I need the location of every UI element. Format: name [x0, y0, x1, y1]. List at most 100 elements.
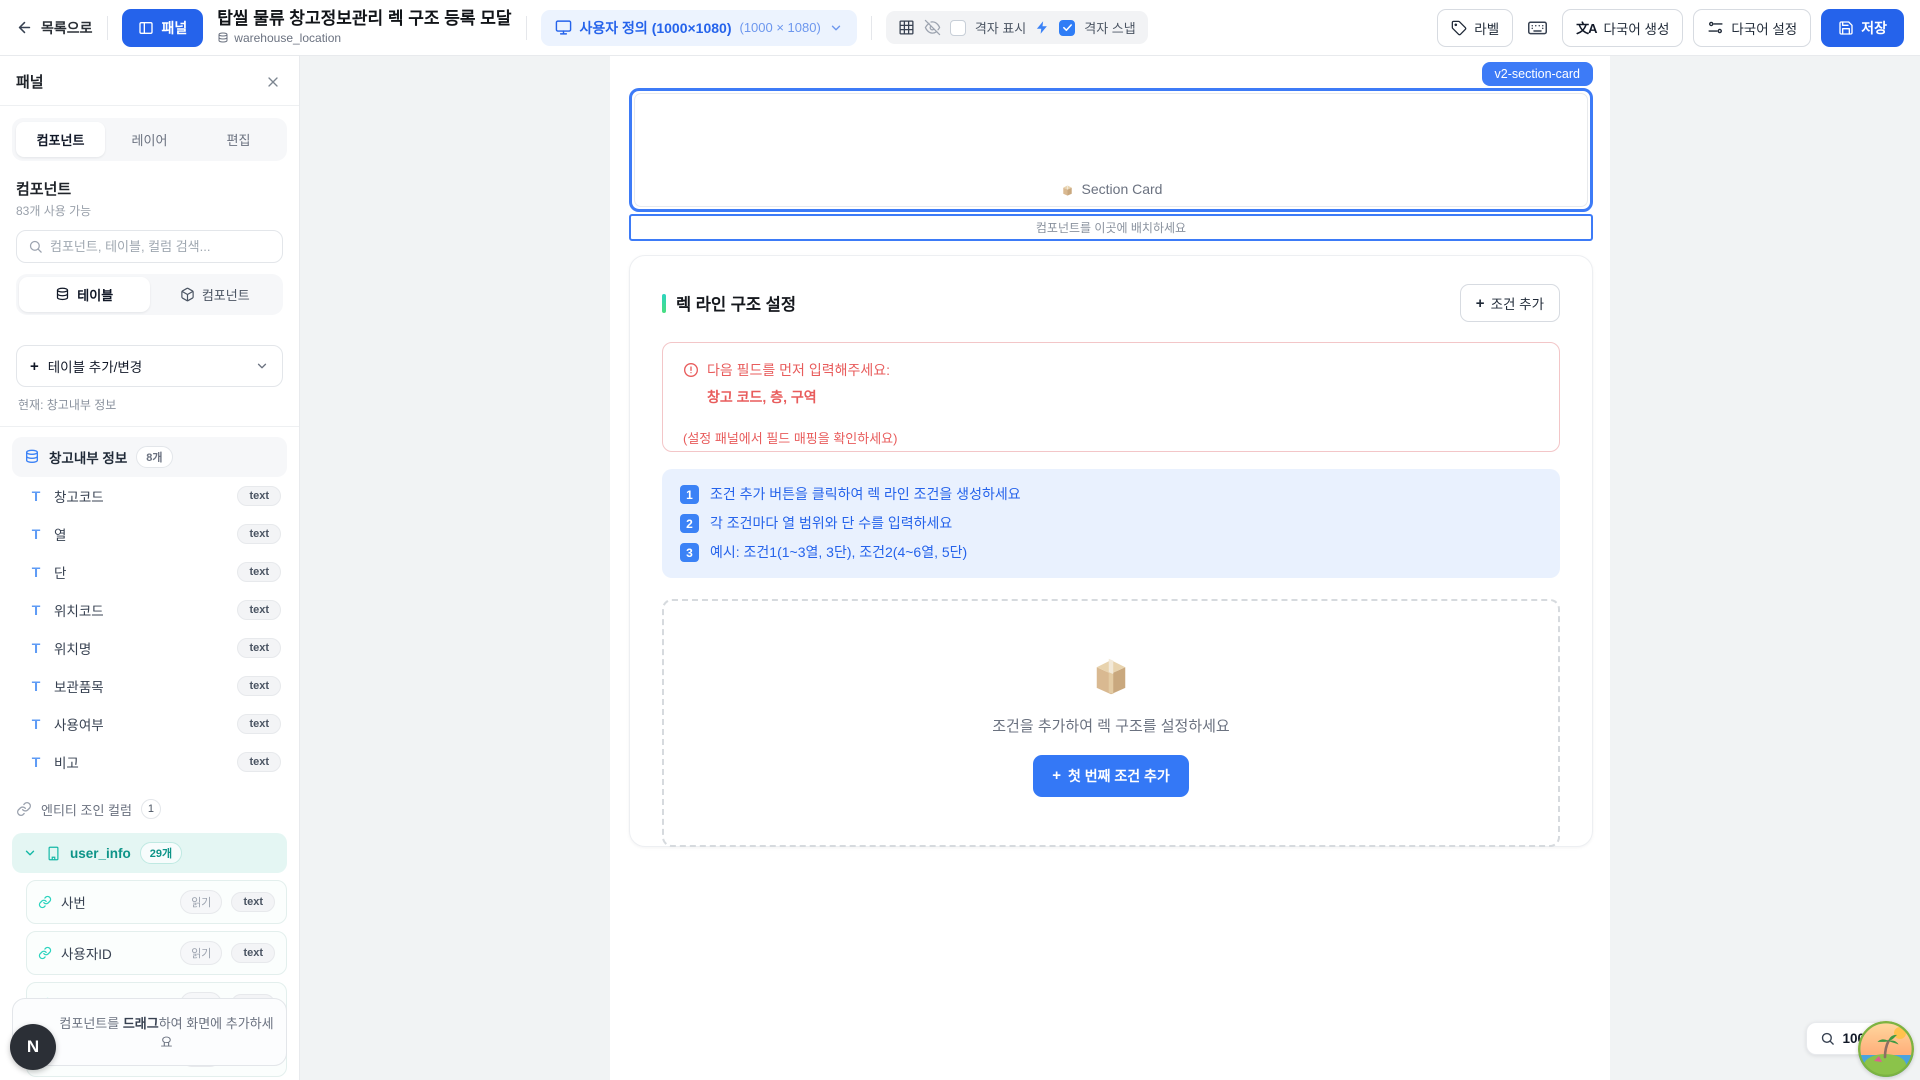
accent-bar [662, 294, 666, 313]
step-item: 2 각 조건마다 열 범위와 단 수를 입력하세요 [680, 514, 1542, 533]
text-type-icon: T [28, 640, 44, 656]
back-button[interactable]: 목록으로 [16, 18, 93, 38]
chevron-down-icon [829, 21, 843, 35]
field-row[interactable]: T보관품목text [12, 667, 287, 705]
table-group-header[interactable]: 창고내부 정보 8개 [12, 437, 287, 477]
link-icon [38, 895, 52, 909]
conditions-empty-state: 조건을 추가하여 렉 구조를 설정하세요 + 첫 번째 조건 추가 [662, 599, 1560, 847]
search-icon [28, 239, 43, 254]
save-button[interactable]: 저장 [1821, 9, 1904, 47]
keyboard-icon [1527, 17, 1548, 38]
text-type-icon: T [28, 564, 44, 580]
translate-icon: 文A [1576, 18, 1596, 37]
field-row[interactable]: T위치명text [12, 629, 287, 667]
text-type-icon: T [28, 488, 44, 504]
source-tab-components[interactable]: 컴포넌트 [150, 277, 281, 312]
field-row[interactable]: T위치코드text [12, 591, 287, 629]
database-icon [55, 287, 70, 302]
field-row[interactable]: T사용여부text [12, 705, 287, 743]
warning-line1: 다음 필드를 먼저 입력해주세요: [707, 360, 890, 380]
header-divider [107, 16, 108, 40]
grid-snap-checkbox[interactable] [1059, 20, 1075, 36]
step-item: 3 예시: 조건1(1~3열, 3단), 조건2(4~6열, 5단) [680, 543, 1542, 562]
join-table-user-info[interactable]: user_info 29개 [12, 833, 287, 873]
i18n-settings-button[interactable]: 다국어 설정 [1693, 9, 1811, 47]
tab-edit[interactable]: 편집 [194, 122, 283, 157]
grid-icon[interactable] [898, 19, 915, 36]
source-toggle: 테이블 컴포넌트 [16, 274, 283, 315]
monitor-icon [555, 19, 572, 36]
type-badge: text [237, 638, 281, 658]
field-row[interactable]: T열text [12, 515, 287, 553]
header-divider [526, 16, 527, 40]
viewport-size-selector[interactable]: 사용자 정의 (1000×1080) (1000 × 1080) [541, 10, 857, 46]
source-tab-tables[interactable]: 테이블 [19, 277, 150, 312]
collaborator-cursor-avatar: N [10, 1024, 56, 1070]
design-canvas[interactable]: v2-section-card Section Card 컴포넌트를 이곳에 배… [300, 56, 1920, 1080]
type-badge: text [237, 524, 281, 544]
text-type-icon: T [28, 754, 44, 770]
save-label: 저장 [1861, 18, 1887, 38]
modal-artboard[interactable]: v2-section-card Section Card 컴포넌트를 이곳에 배… [610, 56, 1610, 1080]
back-label: 목록으로 [41, 18, 93, 38]
close-panel-button[interactable] [263, 72, 283, 92]
panel-tabs: 컴포넌트 레이어 편집 [12, 118, 287, 161]
lightning-icon [1035, 20, 1050, 35]
component-drop-zone[interactable]: 컴포넌트를 이곳에 배치하세요 [629, 214, 1593, 241]
components-count: 83개 사용 가능 [16, 202, 283, 219]
required-fields-warning: 다음 필드를 먼저 입력해주세요: 창고 코드, 층, 구역 (설정 패널에서 … [662, 342, 1560, 452]
grid-show-checkbox[interactable] [950, 20, 966, 36]
type-badge: text [231, 892, 275, 912]
i18n-settings-label: 다국어 설정 [1731, 18, 1797, 38]
add-table-button[interactable]: + 테이블 추가/변경 [16, 345, 283, 387]
empty-state-text: 조건을 추가하여 렉 구조를 설정하세요 [992, 715, 1229, 736]
type-badge: text [237, 486, 281, 506]
step-item: 1 조건 추가 버튼을 클릭하여 렉 라인 조건을 생성하세요 [680, 485, 1542, 504]
type-badge: text [237, 600, 281, 620]
panel-toggle-button[interactable]: 패널 [122, 9, 204, 47]
search-input[interactable] [50, 239, 271, 254]
field-row[interactable]: T창고코드text [12, 477, 287, 515]
plus-icon: + [1052, 768, 1061, 783]
plus-icon: + [30, 359, 39, 374]
add-condition-button[interactable]: + 조건 추가 [1460, 284, 1560, 322]
chevron-down-icon [23, 846, 37, 860]
join-field-count-badge: 29개 [140, 842, 182, 864]
join-field-row[interactable]: 사용자ID 읽기 text [26, 931, 287, 975]
eye-off-icon[interactable] [924, 19, 941, 36]
field-row[interactable]: T비고text [12, 743, 287, 781]
search-box [16, 230, 283, 263]
type-badge: text [237, 562, 281, 582]
tab-components[interactable]: 컴포넌트 [16, 122, 105, 157]
add-first-condition-button[interactable]: + 첫 번째 조건 추가 [1033, 755, 1189, 797]
rack-card-title: 렉 라인 구조 설정 [676, 291, 796, 315]
step-number: 3 [680, 543, 699, 562]
alert-circle-icon [683, 362, 699, 378]
database-icon [24, 449, 40, 465]
section-card-component[interactable]: Section Card [629, 88, 1593, 212]
package-icon [1087, 650, 1135, 698]
save-icon [1838, 20, 1854, 36]
tab-layers[interactable]: 레이어 [105, 122, 194, 157]
tag-icon [1451, 20, 1467, 36]
instruction-steps: 1 조건 추가 버튼을 클릭하여 렉 라인 조건을 생성하세요 2 각 조건마다… [662, 469, 1560, 578]
warning-line3: (설정 패널에서 필드 매핑을 확인하세요) [683, 428, 1539, 447]
label-button[interactable]: 라벨 [1437, 9, 1513, 47]
i18n-generate-button[interactable]: 文A 다국어 생성 [1562, 9, 1683, 47]
header-actions: 라벨 文A 다국어 생성 다국어 설정 저장 [1437, 9, 1904, 47]
text-type-icon: T [28, 526, 44, 542]
building-icon [46, 846, 61, 861]
warning-required-fields: 창고 코드, 층, 구역 [707, 387, 1539, 407]
join-field-row[interactable]: 사번 읽기 text [26, 880, 287, 924]
keyboard-shortcuts-button[interactable] [1523, 13, 1552, 42]
field-row[interactable]: T단text [12, 553, 287, 591]
readonly-badge: 읽기 [180, 890, 222, 914]
text-type-icon: T [28, 602, 44, 618]
section-card-label: Section Card [1082, 181, 1163, 197]
magnifier-icon [1820, 1031, 1835, 1046]
text-type-icon: T [28, 678, 44, 694]
field-list[interactable]: 창고내부 정보 8개 T창고코드text T열text T단text T위치코드… [0, 427, 299, 1080]
link-icon [38, 946, 52, 960]
step-number: 1 [680, 485, 699, 504]
sliders-icon [1707, 19, 1724, 36]
